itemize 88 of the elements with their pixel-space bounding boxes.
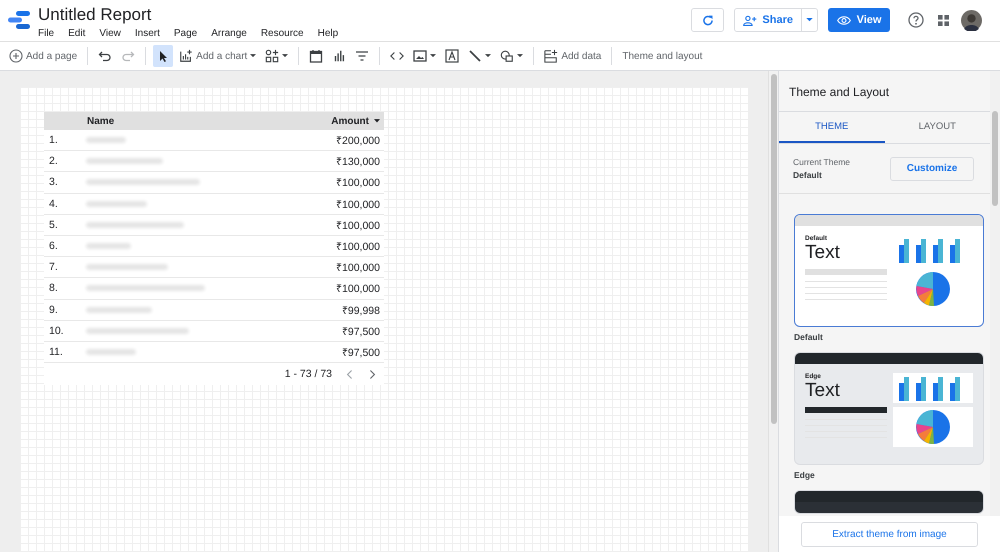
table-cell-text: ₹100,000 [335,218,381,232]
table-cell-text: ₹100,000 [335,261,381,274]
caret-icon [282,54,288,58]
next-page-icon[interactable] [368,368,376,380]
row-number: 3. [48,176,59,188]
redo-icon [121,49,136,63]
report-title[interactable]: Untitled Report [38,5,338,25]
row-number: 9. [48,304,59,316]
add-data-icon [544,49,558,63]
theme-preview-card[interactable] [794,490,984,514]
menu-item[interactable]: Arrange [211,28,247,39]
toolbar-button[interactable]: Add a chart [176,45,260,67]
apps-grid-icon[interactable] [938,14,949,26]
column-header[interactable]: Amount [244,116,384,126]
add-person-icon [743,14,758,26]
theme-name: Default [794,332,824,342]
current-theme-value: Default [793,170,823,180]
extract-theme-button[interactable]: Extract theme from image [801,522,978,546]
shapes-icon [500,49,514,63]
row-number: 1. [48,134,59,146]
eye-icon [836,14,851,26]
pagination-text: 1 - 73 / 73 [284,368,332,380]
help-icon[interactable] [908,12,924,28]
caret-icon [517,54,524,58]
add-control-icon [265,49,280,63]
toolbar-icon-button[interactable] [153,45,174,67]
row-number: 10. [48,324,65,337]
caret-icon [250,54,256,58]
tab[interactable]: THEME [779,112,884,143]
table-cell-text: ₹97,500 [340,324,381,338]
menu-item[interactable]: View [99,28,121,39]
undo-icon [98,49,112,63]
current-theme-label: Current Theme [793,157,850,167]
toolbar-button[interactable]: Add data [541,45,604,67]
add-page-icon [9,49,23,63]
caret-icon [485,54,492,58]
row-number: 2. [48,155,59,168]
menu-item[interactable]: Help [318,28,338,39]
theme-sample-text: Text [805,242,841,264]
table-cell-text: ₹100,000 [335,240,381,254]
share-button[interactable]: Share [734,8,818,32]
redacted-text [86,243,131,250]
line-icon [468,49,482,63]
theme-name: Edge [794,470,816,480]
table-cell-text: ₹200,000 [335,134,381,148]
avatar[interactable] [961,10,982,30]
menu-item[interactable]: Page [174,28,198,39]
scrollbar-thumb[interactable] [992,111,998,206]
menu-item[interactable]: Resource [260,28,304,39]
toolbar-button[interactable]: Theme and layout [619,45,706,67]
row-number: 4. [48,198,59,210]
redacted-text [86,200,147,207]
table-cell-text: ₹100,000 [335,176,381,190]
table-cell-text: ₹130,000 [335,155,381,168]
sort-bars-icon [332,49,346,63]
row-number: 6. [48,240,59,252]
row-number: 5. [48,218,59,231]
row-number: 8. [48,282,59,294]
theme-sample-text: Text [805,380,841,402]
menu-item[interactable]: Edit [68,28,86,39]
scrollbar-thumb[interactable] [771,74,777,424]
caret-icon [430,54,436,58]
tab[interactable]: LAYOUT [884,112,990,143]
add-chart-icon [179,49,194,63]
view-button[interactable]: View [828,8,890,32]
logo-icon [8,11,30,29]
redacted-text [86,306,152,313]
refresh-button[interactable] [691,8,724,32]
image-icon [413,49,428,63]
toolbar-button[interactable]: Add a page [6,45,80,67]
caret-icon [806,18,813,22]
row-number: 7. [48,261,59,274]
table-cell-text: ₹99,998 [340,304,381,317]
previous-page-icon[interactable] [346,368,354,380]
table-cell-text: ₹100,000 [335,198,381,211]
table-cell-text: ₹97,500 [340,346,381,359]
filter-icon [355,49,370,63]
redacted-text [86,137,126,144]
redacted-text [86,348,136,355]
text-box-icon [445,49,460,63]
menu-item[interactable]: File [38,28,54,39]
column-header[interactable]: Name [76,116,244,126]
refresh-icon [700,14,715,26]
table-cell-text: ₹100,000 [335,282,381,296]
calendar-icon [309,49,324,63]
customize-button[interactable]: Customize [890,156,974,180]
row-number: 11. [48,346,64,358]
menu-item[interactable]: Insert [134,28,160,39]
